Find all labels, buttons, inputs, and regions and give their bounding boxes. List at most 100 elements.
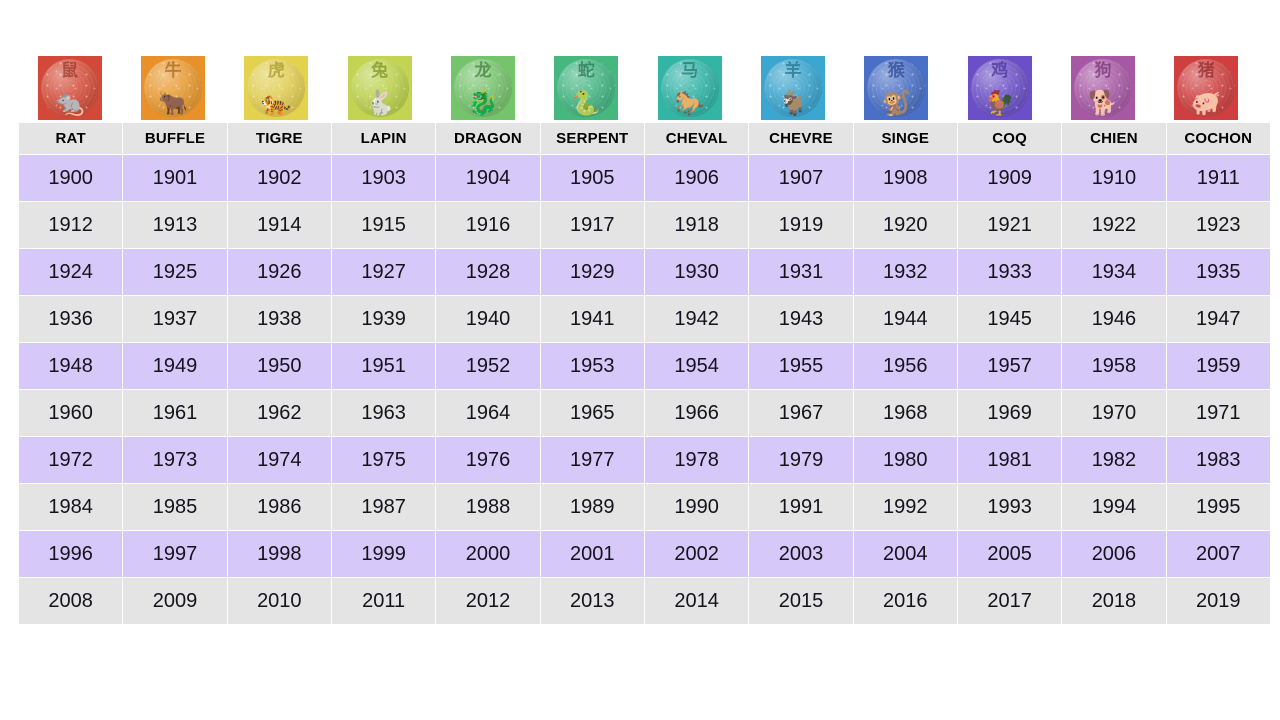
- year-cell: 1900: [19, 155, 123, 201]
- year-cell: 1986: [227, 484, 331, 530]
- year-cell: 1977: [540, 437, 644, 483]
- zodiac-icon-chevre: 羊 🐐: [760, 56, 825, 120]
- zodiac-icon-serpent: 蛇 🐍: [554, 56, 619, 120]
- year-cell: 1982: [1062, 437, 1166, 483]
- icon-chinese-character: 羊: [784, 61, 802, 81]
- icon-cell-cochon: 猪 🐖: [1155, 56, 1258, 120]
- year-cell: 1932: [853, 249, 957, 295]
- year-cell: 1936: [19, 296, 123, 342]
- year-cell: 1937: [123, 296, 227, 342]
- year-cell: 1976: [436, 437, 540, 483]
- year-cell: 2014: [644, 578, 749, 624]
- icon-cell-singe: 猴 🐒: [845, 56, 948, 120]
- icon-cell-tigre: 虎 🐅: [225, 56, 328, 120]
- column-header-tigre: TIGRE: [227, 123, 331, 154]
- icon-animal-silhouette: 🐒: [881, 89, 912, 117]
- table-header: RAT BUFFLE TIGRE LAPIN DRAGON SERPENT CHEVAL CH…: [19, 123, 1270, 154]
- year-cell: 1901: [123, 155, 227, 201]
- year-cell: 2019: [1166, 578, 1270, 624]
- year-cell: 1948: [19, 343, 123, 389]
- year-cell: 1984: [19, 484, 123, 530]
- year-cell: 2004: [853, 531, 957, 577]
- year-cell: 2009: [123, 578, 227, 624]
- icon-cell-lapin: 兔 🐇: [328, 56, 431, 120]
- year-cell: 1990: [644, 484, 749, 530]
- table-row: 1984 1985 1986 1987 1988 1989 1990 1991 1992 1993…: [19, 484, 1270, 530]
- icon-chinese-character: 兔: [371, 61, 389, 81]
- year-cell: 1953: [540, 343, 644, 389]
- zodiac-icon-cheval: 马 🐎: [657, 56, 722, 120]
- year-cell: 1996: [19, 531, 123, 577]
- year-cell: 2013: [540, 578, 644, 624]
- year-cell: 1965: [540, 390, 644, 436]
- year-cell: 1931: [749, 249, 853, 295]
- icon-animal-silhouette: 🐍: [571, 89, 602, 117]
- year-cell: 1997: [123, 531, 227, 577]
- table-body: 1900 1901 1902 1903 1904 1905 1906 1907 1908 1909…: [19, 155, 1270, 624]
- year-cell: 1951: [331, 343, 436, 389]
- year-cell: 1925: [123, 249, 227, 295]
- year-cell: 1944: [853, 296, 957, 342]
- year-cell: 1961: [123, 390, 227, 436]
- year-cell: 1929: [540, 249, 644, 295]
- year-cell: 1994: [1062, 484, 1166, 530]
- year-cell: 1921: [957, 202, 1062, 248]
- icon-animal-silhouette: 🐎: [674, 89, 705, 117]
- year-cell: 1928: [436, 249, 540, 295]
- year-cell: 1949: [123, 343, 227, 389]
- year-cell: 2016: [853, 578, 957, 624]
- year-cell: 1963: [331, 390, 436, 436]
- zodiac-chart-page: 鼠 🐀 牛 🐂 虎 🐅 兔 🐇 龙 🐉 蛇 🐍 马 🐎 羊 🐐 猴 🐒 鸡 🐓 狗 🐕 猪 🐖 RAT BUFFLE TIGRE L…: [0, 0, 1280, 720]
- year-cell: 1943: [749, 296, 853, 342]
- year-cell: 1924: [19, 249, 123, 295]
- year-cell: 1946: [1062, 296, 1166, 342]
- year-cell: 1991: [749, 484, 853, 530]
- year-cell: 1913: [123, 202, 227, 248]
- year-cell: 1967: [749, 390, 853, 436]
- year-cell: 1954: [644, 343, 749, 389]
- year-cell: 2005: [957, 531, 1062, 577]
- zodiac-icon-chien: 狗 🐕: [1070, 56, 1135, 120]
- column-header-cheval: CHEVAL: [644, 123, 749, 154]
- table-row: 1924 1925 1926 1927 1928 1929 1930 1931 1932 1933…: [19, 249, 1270, 295]
- icon-animal-silhouette: 🐐: [778, 89, 808, 117]
- icon-chinese-character: 龙: [474, 61, 492, 81]
- year-cell: 1947: [1166, 296, 1270, 342]
- year-cell: 1934: [1062, 249, 1166, 295]
- year-cell: 1906: [644, 155, 749, 201]
- year-cell: 1922: [1062, 202, 1166, 248]
- year-cell: 1938: [227, 296, 331, 342]
- year-cell: 1926: [227, 249, 331, 295]
- year-cell: 1979: [749, 437, 853, 483]
- column-header-cochon: COCHON: [1166, 123, 1270, 154]
- year-cell: 2010: [227, 578, 331, 624]
- icon-cell-serpent: 蛇 🐍: [535, 56, 638, 120]
- year-cell: 1940: [436, 296, 540, 342]
- zodiac-icon-dragon: 龙 🐉: [450, 56, 515, 120]
- icon-chinese-character: 蛇: [577, 61, 595, 81]
- year-cell: 1999: [331, 531, 436, 577]
- icon-cell-chien: 狗 🐕: [1051, 56, 1154, 120]
- icon-chinese-character: 狗: [1094, 61, 1112, 81]
- column-header-rat: RAT: [19, 123, 123, 154]
- year-cell: 2018: [1062, 578, 1166, 624]
- year-cell: 1966: [644, 390, 749, 436]
- year-cell: 1945: [957, 296, 1062, 342]
- year-cell: 2015: [749, 578, 853, 624]
- year-cell: 1962: [227, 390, 331, 436]
- icon-animal-silhouette: 🐓: [984, 89, 1015, 117]
- table-row: 1960 1961 1962 1963 1964 1965 1966 1967 1968 1969…: [19, 390, 1270, 436]
- icon-animal-silhouette: 🐉: [468, 89, 498, 117]
- year-cell: 1983: [1166, 437, 1270, 483]
- year-cell: 1907: [749, 155, 853, 201]
- year-cell: 1905: [540, 155, 644, 201]
- year-cell: 1973: [123, 437, 227, 483]
- zodiac-icon-lapin: 兔 🐇: [347, 56, 412, 120]
- zodiac-icon-tigre: 虎 🐅: [244, 56, 309, 120]
- year-cell: 1993: [957, 484, 1062, 530]
- year-cell: 1950: [227, 343, 331, 389]
- year-cell: 1959: [1166, 343, 1270, 389]
- year-cell: 1917: [540, 202, 644, 248]
- year-cell: 1998: [227, 531, 331, 577]
- year-cell: 1989: [540, 484, 644, 530]
